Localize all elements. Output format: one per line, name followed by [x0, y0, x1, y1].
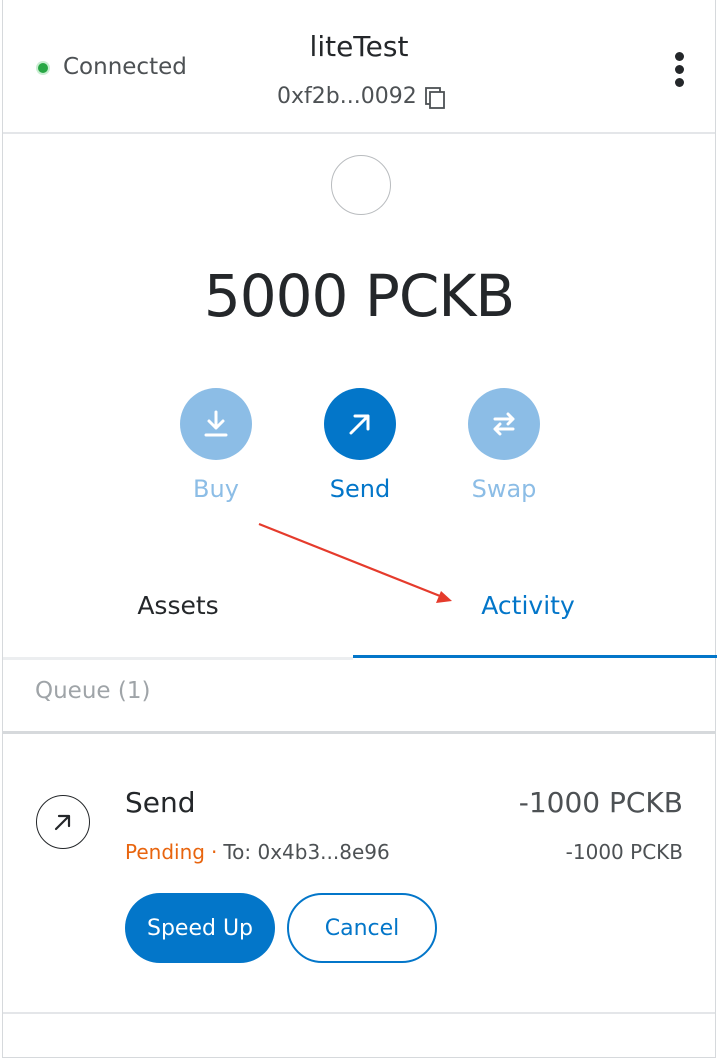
swap-button[interactable]: Swap	[464, 388, 544, 503]
account-identicon	[331, 155, 391, 215]
connected-status-icon	[38, 63, 48, 73]
swap-label: Swap	[471, 475, 537, 503]
account-name: liteTest	[309, 30, 409, 63]
balance-amount: 5000 PCKB	[203, 262, 515, 330]
transaction-send-icon	[36, 795, 90, 849]
transaction-secondary-amount: -1000 PCKB	[565, 840, 683, 864]
speed-up-button[interactable]: Speed Up	[125, 893, 275, 963]
tab-activity[interactable]: Activity	[353, 565, 703, 657]
transaction-divider	[3, 1012, 715, 1014]
cancel-button[interactable]: Cancel	[287, 893, 437, 963]
queue-header: Queue (1)	[35, 678, 151, 704]
queue-divider	[3, 731, 715, 734]
tab-divider	[3, 657, 353, 660]
kebab-menu-icon	[675, 52, 684, 61]
kebab-dot	[675, 65, 684, 74]
transaction-recipient: To: 0x4b3...8e96	[223, 840, 390, 864]
status-separator: ·	[210, 840, 218, 864]
tab-bar: Assets Activity	[3, 565, 715, 661]
send-label: Send	[329, 475, 391, 503]
tab-assets[interactable]: Assets	[3, 565, 353, 657]
account-menu-button[interactable]	[667, 50, 693, 90]
pending-status: Pending	[125, 840, 205, 864]
transaction-amount: -1000 PCKB	[518, 786, 683, 819]
copy-icon[interactable]	[423, 86, 447, 110]
send-arrow-icon	[324, 388, 396, 460]
transaction-title: Send	[125, 786, 196, 819]
account-header: Connected liteTest 0xf2b...0092	[3, 0, 715, 134]
send-button[interactable]: Send	[320, 388, 400, 503]
wallet-popup: Connected liteTest 0xf2b...0092 5000 PCK…	[2, 0, 717, 1058]
transaction-status-line: Pending · To: 0x4b3...8e96	[125, 840, 390, 864]
account-address[interactable]: 0xf2b...0092	[277, 84, 417, 109]
kebab-dot	[675, 78, 684, 87]
download-icon	[180, 388, 252, 460]
swap-arrows-icon	[468, 388, 540, 460]
buy-button[interactable]: Buy	[176, 388, 256, 503]
buy-label: Buy	[193, 475, 239, 503]
active-tab-indicator	[353, 655, 717, 658]
